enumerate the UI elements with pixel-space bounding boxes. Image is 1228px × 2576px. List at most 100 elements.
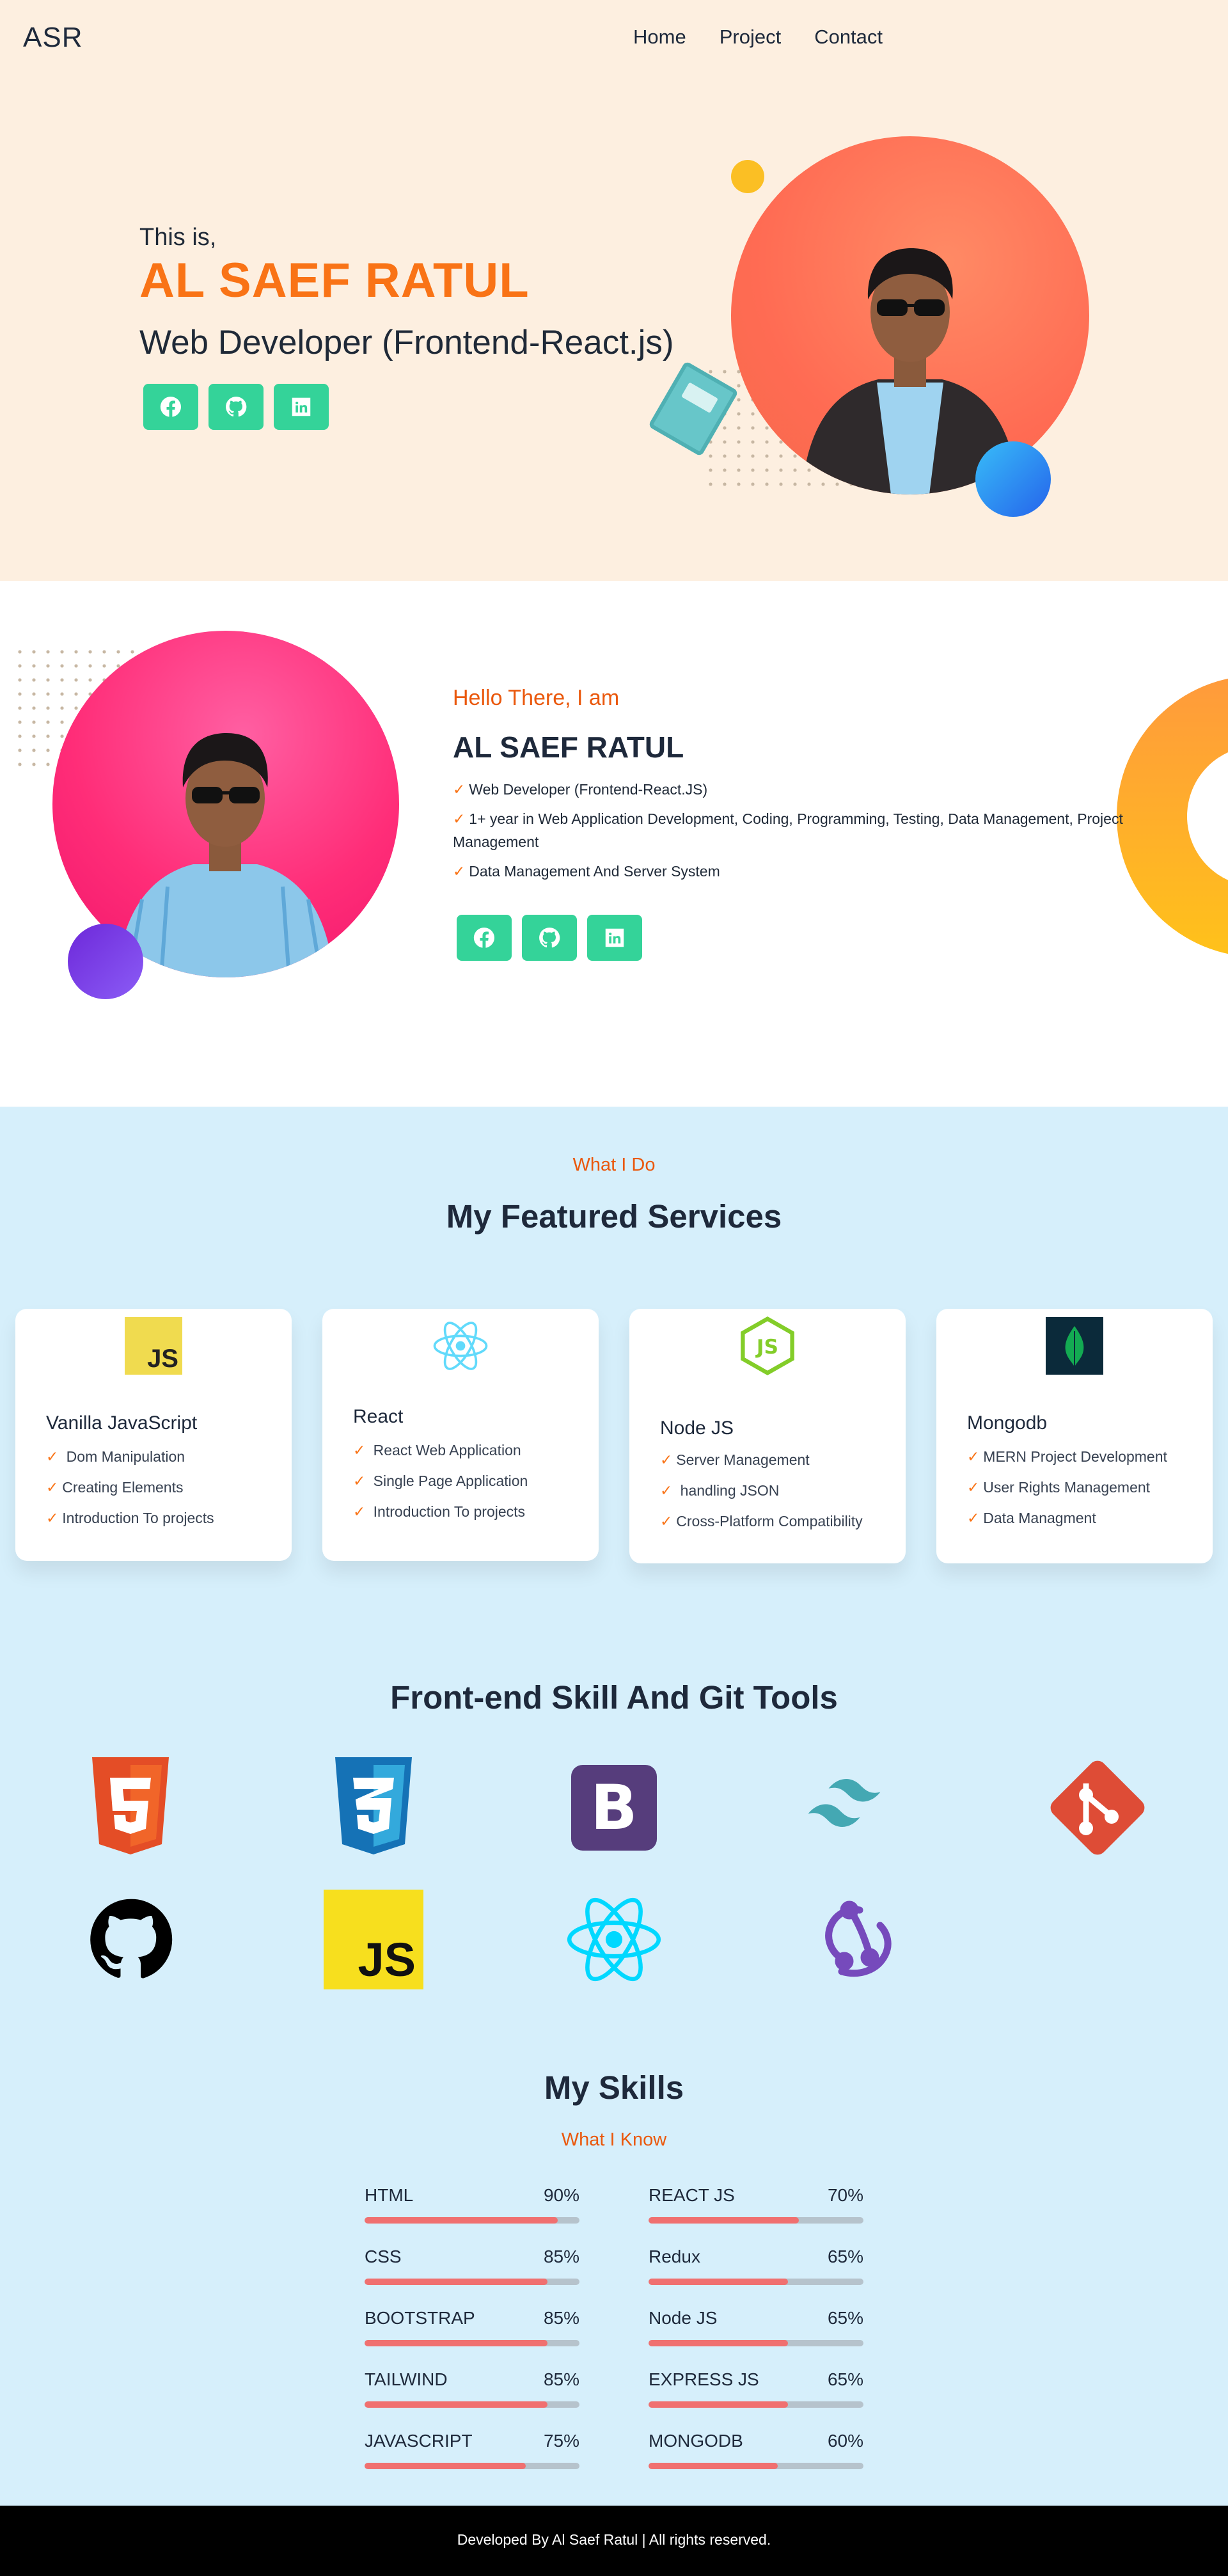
- redux-icon: [803, 1888, 906, 1991]
- skill-name: HTML: [365, 2185, 414, 2205]
- list-item: ✓ React Web Application: [353, 1442, 521, 1458]
- nav-link-contact[interactable]: Contact: [814, 26, 883, 49]
- html5-icon: [79, 1757, 182, 1859]
- skill-progress-bar: [649, 2217, 863, 2224]
- skill-progress-bar: [649, 2279, 863, 2285]
- list-item: ✓ Single Page Application: [353, 1473, 528, 1489]
- github-icon: [226, 397, 247, 417]
- skill-percent: 65%: [827, 2308, 863, 2328]
- skill-name: EXPRESS JS: [649, 2369, 759, 2389]
- decor-yellow-circle: [731, 160, 764, 193]
- list-item: ✓ Dom Manipulation: [46, 1448, 185, 1465]
- skill-progress-bar: [365, 2340, 579, 2346]
- facebook-button[interactable]: [457, 915, 512, 961]
- list-item: ✓ User Rights Management: [967, 1479, 1151, 1496]
- css3-icon: [322, 1757, 425, 1859]
- list-item: ✓ Introduction To projects: [46, 1510, 214, 1526]
- skill-progress-bar: [365, 2217, 579, 2224]
- skill-name: CSS: [365, 2247, 402, 2266]
- skills-title: My Skills: [544, 2069, 684, 2106]
- list-item: ✓ handling JSON: [660, 1482, 780, 1499]
- skill-percent: 85%: [543, 2308, 579, 2328]
- bootstrap-icon: B: [563, 1757, 665, 1859]
- card-title: Mongodb: [967, 1412, 1048, 1434]
- facebook-button[interactable]: [143, 384, 198, 430]
- services-section: What I Do My Featured Services JS Vanill…: [0, 1107, 1228, 2506]
- skill-percent: 65%: [827, 2369, 863, 2389]
- list-item: ✓ MERN Project Development: [967, 1448, 1167, 1465]
- card-title: Vanilla JavaScript: [46, 1412, 198, 1434]
- site-logo[interactable]: ASR: [23, 22, 83, 54]
- nodejs-icon: JS: [738, 1316, 797, 1375]
- about-name: AL SAEF RATUL: [453, 731, 684, 764]
- skill-percent: 90%: [543, 2185, 579, 2205]
- skill-item: Node JS 65%: [649, 2308, 863, 2354]
- skill-item: CSS 85%: [365, 2247, 579, 2293]
- card-items: ✓ MERN Project Development ✓ User Rights M…: [967, 1441, 1167, 1533]
- skill-item: EXPRESS JS 65%: [649, 2369, 863, 2415]
- skill-progress-bar: [365, 2401, 579, 2408]
- skill-progress-bar: [649, 2340, 863, 2346]
- decor-blue-circle: [975, 441, 1051, 517]
- github-button[interactable]: [209, 384, 264, 430]
- skill-name: BOOTSTRAP: [365, 2308, 475, 2328]
- github-icon: [539, 928, 560, 948]
- hero-name: AL SAEF RATUL: [139, 253, 530, 308]
- decor-purple-circle: [68, 924, 143, 999]
- skill-name: Node JS: [649, 2308, 718, 2328]
- services-title: My Featured Services: [446, 1198, 782, 1235]
- service-card-javascript: JS Vanilla JavaScript ✓ Dom Manipulation…: [15, 1309, 292, 1561]
- card-title: React: [353, 1406, 404, 1427]
- card-items: ✓ Dom Manipulation ✓ Creating Elements ✓ I…: [46, 1441, 214, 1533]
- service-card-mongodb: Mongodb ✓ MERN Project Development ✓ User …: [936, 1309, 1213, 1563]
- skill-progress-bar: [649, 2401, 863, 2408]
- nav-link-project[interactable]: Project: [720, 26, 781, 49]
- skill-progress-bar: [365, 2279, 579, 2285]
- skill-name: REACT JS: [649, 2185, 735, 2205]
- javascript-icon: JS: [322, 1888, 425, 1991]
- git-icon: [1046, 1757, 1149, 1859]
- list-item: ✓ Data Management And Server System: [453, 863, 720, 880]
- skill-percent: 85%: [543, 2247, 579, 2266]
- github-button[interactable]: [522, 915, 577, 961]
- card-title: Node JS: [660, 1418, 734, 1439]
- skill-item: MONGODB 60%: [649, 2431, 863, 2477]
- card-items: ✓ Server Management ✓ handling JSON ✓ Cros…: [660, 1444, 863, 1537]
- skills-subtitle: What I Know: [561, 2130, 667, 2150]
- hero-intro: This is,: [139, 224, 217, 251]
- skill-percent: 70%: [827, 2185, 863, 2205]
- list-item: ✓ Cross-Platform Compatibility: [660, 1513, 863, 1529]
- github-icon: [79, 1888, 182, 1991]
- skill-name: JAVASCRIPT: [365, 2431, 473, 2451]
- list-item: ✓ 1+ year in Web Application Development,…: [453, 810, 1123, 850]
- footer-copyright: Developed By Al Saef Ratul | All rights …: [457, 2531, 771, 2548]
- hero-section: ASR Home Project Contact This is, AL SAE…: [0, 0, 1228, 581]
- hero-profile-photo: [731, 136, 1089, 494]
- skill-percent: 60%: [827, 2431, 863, 2451]
- about-section: Hello There, I am AL SAEF RATUL ✓ Web Dev…: [0, 581, 1228, 1107]
- linkedin-button[interactable]: [274, 384, 329, 430]
- skill-percent: 65%: [827, 2247, 863, 2266]
- about-points: ✓ Web Developer (Frontend-React.JS) ✓ 1+ y…: [453, 778, 1182, 889]
- card-items: ✓ React Web Application ✓ Single Page Ap…: [353, 1435, 528, 1527]
- skill-percent: 85%: [543, 2369, 579, 2389]
- about-greeting: Hello There, I am: [453, 686, 620, 710]
- skill-progress-bar: [649, 2463, 863, 2469]
- services-eyebrow: What I Do: [572, 1155, 656, 1175]
- linkedin-button[interactable]: [587, 915, 642, 961]
- check-icon: ✓: [453, 863, 466, 880]
- hero-role: Web Developer (Frontend-React.js): [139, 324, 674, 361]
- facebook-icon: [160, 397, 181, 417]
- list-item: ✓ Web Developer (Frontend-React.JS): [453, 781, 708, 798]
- skill-percent: 75%: [543, 2431, 579, 2451]
- skill-name: Redux: [649, 2247, 700, 2266]
- tailwind-icon: [803, 1757, 906, 1859]
- main-nav: Home Project Contact: [633, 26, 883, 49]
- linkedin-icon: [605, 928, 624, 947]
- hero-social-links: [143, 384, 329, 430]
- skill-item: TAILWIND 85%: [365, 2369, 579, 2415]
- footer: Developed By Al Saef Ratul | All rights …: [0, 2506, 1228, 2576]
- nav-link-home[interactable]: Home: [633, 26, 686, 49]
- linkedin-icon: [292, 397, 311, 416]
- skill-progress-bar: [365, 2463, 579, 2469]
